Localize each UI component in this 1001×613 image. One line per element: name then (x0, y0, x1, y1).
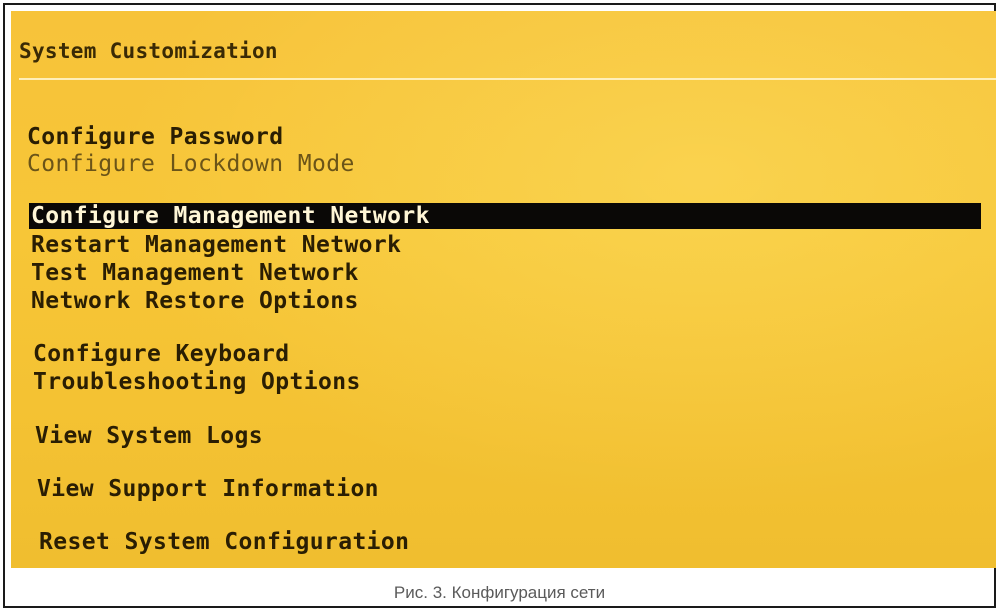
figure-frame: System Customization Configure Password … (3, 3, 996, 608)
menu-item-test-management-network[interactable]: Test Management Network (31, 260, 359, 286)
menu-item-reset-system-configuration[interactable]: Reset System Configuration (39, 529, 409, 555)
title-divider (19, 78, 996, 80)
menu-item-configure-keyboard[interactable]: Configure Keyboard (33, 341, 289, 367)
menu-item-network-restore-options[interactable]: Network Restore Options (31, 288, 359, 314)
menu-item-configure-lockdown-mode[interactable]: Configure Lockdown Mode (27, 151, 355, 177)
menu-item-configure-management-network[interactable]: Configure Management Network (29, 203, 981, 229)
menu-item-troubleshooting-options[interactable]: Troubleshooting Options (33, 369, 361, 395)
console-screen: System Customization Configure Password … (11, 11, 996, 568)
screen-title: System Customization (19, 39, 278, 63)
menu-item-restart-management-network[interactable]: Restart Management Network (31, 232, 401, 258)
menu-item-configure-password[interactable]: Configure Password (27, 124, 283, 150)
menu-item-view-system-logs[interactable]: View System Logs (35, 423, 263, 449)
menu-item-view-support-information[interactable]: View Support Information (37, 476, 379, 502)
figure-caption: Рис. 3. Конфигурация сети (393, 583, 606, 602)
